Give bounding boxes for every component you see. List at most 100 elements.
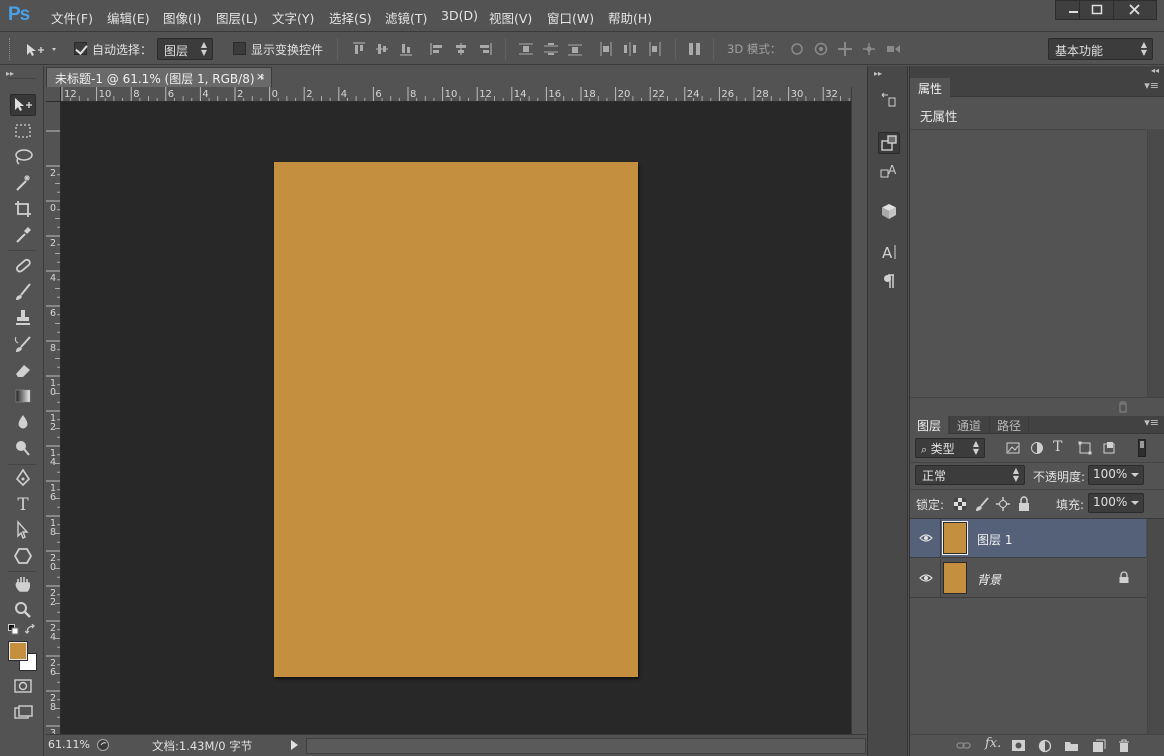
eye-icon[interactable] bbox=[919, 532, 933, 544]
menu-image[interactable]: 图像(I) bbox=[163, 8, 201, 26]
3d-roll-icon[interactable] bbox=[813, 41, 829, 57]
auto-align-icon[interactable] bbox=[687, 41, 703, 57]
fill-input[interactable]: 100% bbox=[1088, 493, 1144, 513]
zoom-level[interactable]: 61.11% bbox=[48, 738, 92, 751]
filter-smart-object-icon[interactable] bbox=[1102, 441, 1116, 455]
ruler-origin[interactable] bbox=[46, 87, 61, 102]
layer-thumbnail[interactable] bbox=[943, 562, 967, 594]
blend-mode-dropdown[interactable]: 正常 ▲ ▼ bbox=[915, 465, 1025, 485]
document-canvas[interactable] bbox=[274, 162, 638, 677]
lasso-tool[interactable] bbox=[10, 147, 36, 169]
gradient-tool[interactable] bbox=[10, 386, 36, 408]
3d-pan-icon[interactable] bbox=[837, 41, 853, 57]
default-colors-icon[interactable] bbox=[8, 624, 20, 636]
tab-channels[interactable]: 通道 bbox=[949, 416, 988, 434]
screen-mode-button[interactable] bbox=[10, 703, 36, 725]
trash-icon[interactable] bbox=[1116, 400, 1130, 414]
character-styles-button[interactable]: A bbox=[878, 161, 900, 183]
tab-properties[interactable]: 属性 bbox=[910, 78, 951, 97]
tab-paths[interactable]: 路径 bbox=[989, 416, 1030, 434]
vertical-scrollbar[interactable] bbox=[851, 87, 866, 734]
new-group-icon[interactable] bbox=[1064, 739, 1080, 753]
history-panel-button[interactable] bbox=[878, 89, 900, 111]
eye-icon[interactable] bbox=[919, 572, 933, 584]
align-bottom-icon[interactable] bbox=[398, 41, 414, 57]
path-selection-tool[interactable] bbox=[10, 520, 36, 542]
3d-slide-icon[interactable] bbox=[861, 41, 877, 57]
layer-row-background[interactable]: 背景 bbox=[910, 559, 1146, 598]
clone-stamp-tool[interactable] bbox=[10, 308, 36, 330]
collapse-dock-icon[interactable]: ▸▸ bbox=[874, 69, 882, 78]
dodge-tool[interactable] bbox=[10, 438, 36, 460]
distribute-left-icon[interactable] bbox=[598, 41, 614, 57]
collapse-panel-icon[interactable]: ◂◂ bbox=[1151, 66, 1159, 75]
new-layer-icon[interactable] bbox=[1091, 739, 1107, 753]
workspace-dropdown[interactable]: 基本功能 ▲ ▼ bbox=[1048, 38, 1153, 60]
hand-tool[interactable] bbox=[10, 574, 36, 596]
horizontal-scrollbar[interactable] bbox=[306, 738, 866, 754]
distribute-bottom-icon[interactable] bbox=[567, 41, 583, 57]
maximize-button[interactable] bbox=[1079, 0, 1115, 20]
marquee-tool[interactable] bbox=[10, 121, 36, 143]
add-style-button[interactable]: fx. bbox=[985, 736, 1001, 751]
healing-brush-tool[interactable] bbox=[10, 256, 36, 278]
swap-colors-icon[interactable] bbox=[25, 624, 37, 636]
move-tool[interactable] bbox=[10, 94, 36, 116]
menu-3d[interactable]: 3D(D) bbox=[441, 8, 478, 26]
menu-file[interactable]: 文件(F) bbox=[51, 8, 93, 26]
filter-pixel-icon[interactable] bbox=[1006, 441, 1020, 455]
magic-wand-tool[interactable] bbox=[10, 173, 36, 195]
menu-view[interactable]: 视图(V) bbox=[489, 8, 532, 26]
foreground-color-swatch[interactable] bbox=[8, 641, 28, 661]
layer-thumbnail[interactable] bbox=[942, 521, 968, 555]
crop-tool[interactable] bbox=[10, 199, 36, 221]
status-expand-button[interactable] bbox=[289, 739, 301, 751]
horizontal-ruler[interactable]: 12 10 8 6 4 2 0 2 4 6 8 10 12 14 16 18 20 22 24 26 28 30 32 bbox=[46, 87, 851, 102]
adjustment-layer-icon[interactable] bbox=[1038, 739, 1054, 753]
tab-layers[interactable]: 图层 bbox=[910, 416, 949, 434]
filter-shape-icon[interactable] bbox=[1078, 441, 1092, 455]
options-grip[interactable] bbox=[9, 38, 11, 60]
auto-select-checkbox[interactable] bbox=[74, 42, 87, 55]
close-window-button[interactable] bbox=[1113, 0, 1157, 20]
filter-type-icon[interactable]: T bbox=[1053, 439, 1062, 455]
menu-layer[interactable]: 图层(L) bbox=[216, 8, 258, 26]
layer-filter-dropdown[interactable]: ⌕ 类型 ▲ ▼ bbox=[915, 438, 985, 458]
eraser-tool[interactable] bbox=[10, 360, 36, 382]
align-vcenter-icon[interactable] bbox=[374, 41, 390, 57]
menu-select[interactable]: 选择(S) bbox=[329, 8, 372, 26]
quick-mask-button[interactable] bbox=[10, 676, 36, 698]
document-tab[interactable]: 未标题-1 @ 61.1% (图层 1, RGB/8) * × bbox=[46, 67, 272, 87]
chevron-down-icon[interactable] bbox=[1129, 496, 1141, 510]
lock-image-icon[interactable] bbox=[974, 496, 990, 512]
collapse-toolbar-icon[interactable]: ▸▸ bbox=[6, 69, 14, 78]
3d-panel-button[interactable] bbox=[878, 201, 900, 223]
brush-tool[interactable] bbox=[10, 282, 36, 304]
panel-menu-icon[interactable]: ▾≡ bbox=[1144, 79, 1159, 92]
character-panel-button[interactable]: A bbox=[878, 242, 900, 264]
lock-position-icon[interactable] bbox=[995, 496, 1011, 512]
layer-row-layer-1[interactable]: 图层 1 bbox=[910, 519, 1146, 558]
chevron-down-icon[interactable] bbox=[1129, 468, 1141, 482]
panel-header[interactable]: ◂◂ bbox=[910, 66, 1164, 78]
align-hcenter-icon[interactable] bbox=[453, 41, 469, 57]
layer-name[interactable]: 图层 1 bbox=[977, 531, 1012, 548]
layers-scrollbar[interactable] bbox=[1147, 519, 1164, 735]
menu-filter[interactable]: 滤镜(T) bbox=[385, 8, 427, 26]
properties-panel-button[interactable] bbox=[878, 132, 900, 154]
paragraph-panel-button[interactable] bbox=[878, 271, 900, 293]
lock-transparent-icon[interactable] bbox=[954, 498, 966, 510]
panel-menu-icon[interactable]: ▾≡ bbox=[1144, 416, 1159, 429]
status-menu-button[interactable] bbox=[96, 738, 111, 752]
opacity-input[interactable]: 100% bbox=[1088, 465, 1144, 485]
layer-name[interactable]: 背景 bbox=[977, 571, 1001, 588]
filter-adjustment-icon[interactable] bbox=[1030, 441, 1044, 455]
menu-edit[interactable]: 编辑(E) bbox=[107, 8, 150, 26]
show-transform-checkbox[interactable] bbox=[233, 42, 246, 55]
tool-preset-picker[interactable] bbox=[24, 41, 60, 59]
eyedropper-tool[interactable] bbox=[10, 225, 36, 247]
zoom-tool[interactable] bbox=[10, 600, 36, 622]
blur-tool[interactable] bbox=[10, 412, 36, 434]
align-right-icon[interactable] bbox=[477, 41, 493, 57]
menu-window[interactable]: 窗口(W) bbox=[547, 8, 594, 26]
